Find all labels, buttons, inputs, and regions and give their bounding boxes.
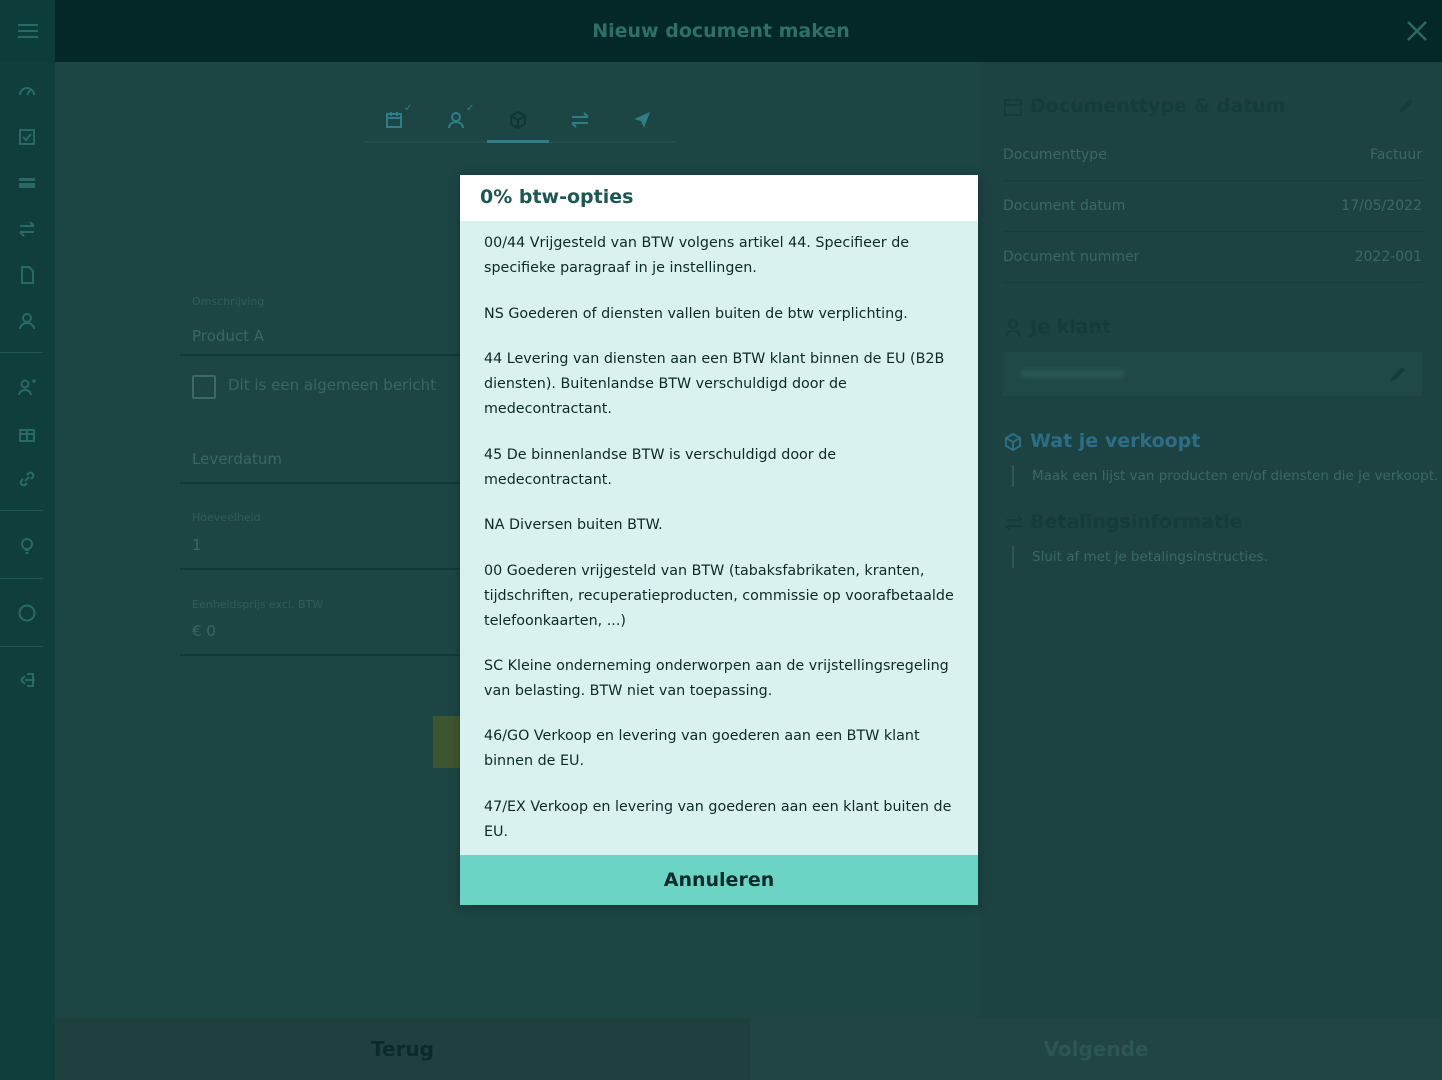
vat-option[interactable]: 00 Goederen vrijgesteld van BTW (tabaksf…: [484, 559, 956, 634]
transfer-icon[interactable]: [14, 216, 40, 242]
unit-price-label: Eenheidsprijs excl. BTW: [192, 598, 324, 611]
summary-panel: Documenttype & datum Documenttype Factuu…: [980, 62, 1442, 1018]
sidebar-divider: [0, 646, 43, 647]
user-icon[interactable]: [14, 308, 40, 334]
stepper: ✓ ✓: [363, 100, 675, 143]
step-send[interactable]: [611, 100, 673, 140]
dashboard-icon[interactable]: [14, 78, 40, 104]
vat-option[interactable]: 00/44 Vrijgesteld van BTW volgens artike…: [484, 231, 956, 281]
delivery-date-input[interactable]: Leverdatum: [192, 450, 282, 468]
vat-option[interactable]: NA Diversen buiten BTW.: [484, 513, 956, 538]
modal-header: 0% btw-opties: [460, 175, 978, 221]
field-underline: [180, 568, 460, 570]
add-button-partial[interactable]: [433, 716, 463, 768]
vat-option[interactable]: 47/EX Verkoop en levering van goederen a…: [484, 795, 956, 845]
cancel-button[interactable]: Annuleren: [460, 855, 978, 905]
vat-option[interactable]: NS Goederen of diensten vallen buiten de…: [484, 302, 956, 327]
bottom-bar: Terug Volgende: [55, 1018, 1442, 1080]
client-card[interactable]: [1003, 352, 1422, 396]
transfer-icon: [1005, 515, 1023, 531]
lightbulb-icon[interactable]: [14, 533, 40, 559]
quantity-input[interactable]: 1: [192, 536, 202, 554]
edit-icon[interactable]: [1388, 364, 1408, 384]
sidebar-divider: [0, 578, 43, 579]
row-value: Factuur: [1369, 147, 1422, 163]
vat-options-modal: 0% btw-opties 00/44 Vrijgesteld van BTW …: [460, 175, 978, 905]
send-icon: [634, 112, 650, 128]
client-name-redacted: [1021, 369, 1125, 378]
payment-section-title: Betalingsinformatie: [1030, 511, 1243, 533]
logout-icon[interactable]: [14, 667, 40, 693]
row-divider: [1003, 282, 1422, 283]
sidebar-divider: [0, 352, 43, 353]
user-icon: [448, 112, 464, 129]
check-icon: ✓: [404, 103, 413, 114]
section-rail: [1012, 465, 1014, 487]
gift-icon[interactable]: [14, 420, 40, 446]
description-input[interactable]: Product A: [192, 327, 264, 345]
edit-icon[interactable]: [1396, 96, 1416, 116]
doc-section-title: Documenttype & datum: [1030, 95, 1286, 117]
row-label: Document nummer: [1003, 249, 1140, 265]
calendar-icon: [386, 112, 402, 128]
stepper-active-indicator: [487, 140, 549, 143]
payment-description: Sluit af met je betalingsinstructies.: [1032, 549, 1268, 565]
modal-options-list: 00/44 Vrijgesteld van BTW volgens artike…: [484, 221, 956, 855]
help-icon[interactable]: [14, 600, 40, 626]
step-client[interactable]: ✓: [425, 100, 487, 140]
vat-option[interactable]: 46/GO Verkoop en levering van goederen a…: [484, 724, 956, 774]
quantity-label: Hoeveelheid: [192, 511, 261, 524]
tasks-icon[interactable]: [14, 124, 40, 150]
step-payment[interactable]: [549, 100, 611, 140]
user-icon: [1005, 319, 1021, 338]
close-icon[interactable]: [1402, 16, 1432, 46]
field-underline: [180, 354, 460, 356]
step-date[interactable]: ✓: [363, 100, 425, 140]
field-underline: [180, 654, 460, 656]
hamburger-menu-icon[interactable]: [0, 0, 55, 62]
field-underline: [180, 482, 460, 484]
modal-title: 0% btw-opties: [480, 186, 634, 208]
description-label: Omschrijving: [192, 295, 265, 308]
step-products[interactable]: [487, 100, 549, 140]
vat-option[interactable]: 45 De binnenlandse BTW is verschuldigd d…: [484, 443, 956, 493]
sidebar: [0, 62, 55, 1080]
box-icon: [510, 110, 526, 130]
card-icon[interactable]: [14, 170, 40, 196]
row-value: 2022-001: [1354, 249, 1422, 265]
calendar-icon: [1004, 98, 1022, 116]
top-bar: Nieuw document maken: [0, 0, 1442, 62]
window-title: Nieuw document maken: [592, 20, 850, 42]
back-button[interactable]: Terug: [55, 1018, 750, 1080]
next-button[interactable]: Volgende: [750, 1018, 1442, 1080]
row-label: Document datum: [1003, 198, 1126, 214]
check-icon: ✓: [466, 103, 475, 114]
transfer-icon: [571, 112, 589, 128]
client-section-title: Je klant: [1030, 316, 1112, 338]
vat-option[interactable]: SC Kleine onderneming onderworpen aan de…: [484, 654, 956, 704]
row-label: Documenttype: [1003, 147, 1107, 163]
unit-price-input[interactable]: € 0: [192, 622, 216, 640]
sales-section-title: Wat je verkoopt: [1030, 430, 1201, 452]
vat-option[interactable]: 44 Levering van diensten aan een BTW kla…: [484, 347, 956, 422]
general-message-checkbox[interactable]: [192, 375, 216, 399]
document-icon[interactable]: [14, 262, 40, 288]
row-divider: [1003, 231, 1422, 232]
user-add-icon[interactable]: [14, 374, 40, 400]
sidebar-divider: [0, 510, 43, 511]
link-icon[interactable]: [14, 466, 40, 492]
section-rail: [1012, 546, 1014, 568]
checkbox-label: Dit is een algemeen bericht: [228, 376, 437, 394]
row-divider: [1003, 180, 1422, 181]
sales-description: Maak een lijst van producten en/of diens…: [1032, 468, 1439, 484]
box-icon: [1005, 432, 1021, 452]
row-value: 17/05/2022: [1341, 198, 1422, 214]
